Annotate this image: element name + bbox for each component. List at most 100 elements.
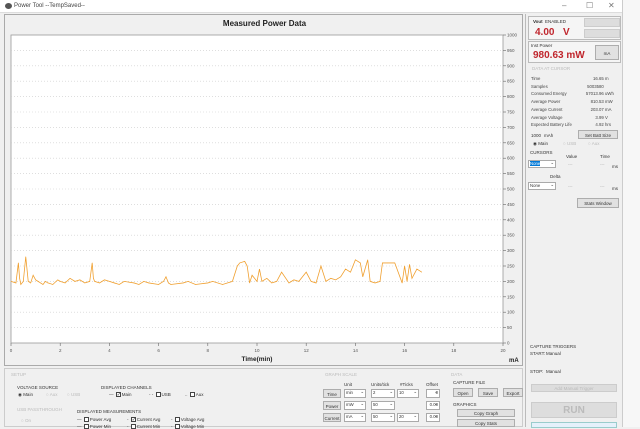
- data-point: [325, 281, 327, 282]
- data-point: [259, 268, 260, 270]
- delta-time-unit: ms: [612, 186, 618, 191]
- copy-graph-button[interactable]: Copy Graph: [457, 409, 515, 417]
- y-tick-label: 250: [507, 264, 515, 269]
- gs-ticks-header: #Ticks: [400, 382, 413, 387]
- copy-stats-button[interactable]: Copy Stats: [457, 419, 515, 427]
- data-point: [91, 262, 93, 264]
- data-point: [281, 271, 282, 273]
- data-point: [305, 271, 307, 273]
- y-tick-label: 100: [507, 310, 515, 315]
- vs-main-radio[interactable]: ◉ Main: [18, 392, 33, 398]
- unit-toggle-button[interactable]: mA: [595, 45, 619, 60]
- open-button[interactable]: Open: [453, 388, 473, 397]
- data-point: [249, 282, 250, 284]
- meas-voltage-avg[interactable]: - Voltage Avg: [171, 417, 204, 423]
- gs-row-time[interactable]: Time: [323, 389, 341, 398]
- delta-select[interactable]: None: [528, 182, 556, 190]
- x-tick-label: 6: [157, 348, 160, 353]
- data-point: [69, 278, 71, 279]
- gs-ticks-select[interactable]: 10: [397, 389, 419, 398]
- gs-ticks-select[interactable]: 20: [397, 413, 419, 422]
- channel-usb[interactable]: - - USB: [149, 392, 171, 398]
- battery-size: 1000: [531, 133, 542, 138]
- radio-usb[interactable]: ○ USB: [563, 141, 576, 146]
- data-point: [79, 279, 81, 281]
- right-panel: Vout ENABLED 4.00 V Inst Power 980.63 mW…: [525, 14, 622, 428]
- data-point: [19, 278, 20, 279]
- run-button[interactable]: RUN: [531, 402, 617, 418]
- data-point: [246, 265, 248, 267]
- cursor-select[interactable]: None: [528, 160, 556, 168]
- data-point: [123, 281, 125, 282]
- inst-power-value: 980.63 mW: [533, 50, 585, 61]
- data-point: [320, 265, 322, 267]
- radio-main[interactable]: ◉ Main: [533, 141, 548, 147]
- stat-label: Expected Battery Life: [531, 122, 572, 128]
- data-point: [401, 282, 403, 284]
- data-point: [374, 282, 376, 284]
- start-value: Manual: [546, 351, 561, 356]
- stat-row: Expected Battery Life 4.92 hrs: [531, 122, 616, 127]
- gs-unit-select[interactable]: mA: [344, 413, 366, 422]
- gs-row-current[interactable]: Current: [323, 413, 341, 422]
- save-button[interactable]: Save: [478, 388, 498, 397]
- gs-offset-input[interactable]: 0.00: [426, 413, 440, 422]
- gs-unit-select[interactable]: mW: [344, 401, 366, 410]
- x-tick-label: 16: [402, 348, 408, 353]
- data-point: [394, 262, 396, 264]
- y-tick-label: 200: [507, 279, 515, 284]
- data-point: [406, 281, 408, 282]
- stat-value: 4.92 hrs: [595, 122, 611, 128]
- vs-aux-radio[interactable]: ○ Aux: [46, 392, 58, 397]
- data-point: [47, 282, 49, 284]
- data-point: [148, 282, 150, 284]
- stat-label: Samples: [531, 83, 548, 89]
- channel-main[interactable]: — Main: [109, 392, 132, 398]
- vout-set-button[interactable]: [584, 29, 620, 38]
- usb-on-radio[interactable]: ○ On: [21, 418, 31, 423]
- minimize-button[interactable]: –: [562, 1, 566, 10]
- power-chart[interactable]: 0501001502002503003504004505005506006507…: [5, 15, 524, 367]
- gs-offset-input[interactable]: 0.00: [426, 401, 440, 410]
- gs-row-power[interactable]: Power: [323, 401, 341, 410]
- vout-unit: V: [563, 27, 570, 38]
- secondary-button[interactable]: [531, 422, 617, 428]
- set-batt-size-button[interactable]: Set Batt Size: [578, 130, 618, 139]
- data-point: [207, 282, 209, 284]
- value-header: Value: [566, 154, 578, 159]
- close-button[interactable]: ✕: [608, 1, 615, 10]
- y-tick-label: 900: [507, 63, 515, 68]
- cursor-time: ---: [600, 162, 605, 167]
- trigger-button[interactable]: Add Manual Trigger: [531, 384, 617, 392]
- stats-window-button[interactable]: Stats Window: [577, 198, 619, 208]
- data-point: [261, 281, 263, 282]
- radio-aux[interactable]: ○ Aux: [588, 141, 600, 146]
- data-point: [99, 282, 100, 284]
- cursor-value: ---: [568, 162, 573, 167]
- gs-units-tick-select[interactable]: 50: [371, 413, 395, 422]
- meas-current-avg[interactable]: - Current Avg: [127, 417, 160, 423]
- gs-offset-input[interactable]: 0: [426, 389, 440, 398]
- gs-unit-select[interactable]: min: [344, 389, 366, 398]
- stat-label: Average Power: [531, 99, 561, 105]
- export-button[interactable]: Export: [503, 388, 523, 397]
- gs-units-tick-select[interactable]: 2: [371, 389, 395, 398]
- maximize-button[interactable]: ☐: [586, 1, 593, 10]
- data-point: [64, 282, 66, 284]
- stat-label: Time: [531, 76, 541, 81]
- time-header: Time: [600, 154, 610, 159]
- vs-usb-radio[interactable]: ○ USB: [67, 392, 80, 397]
- data-point: [74, 281, 76, 282]
- channel-aux[interactable]: .. Aux: [185, 392, 204, 398]
- graph-scale-label: GRAPH SCALE: [325, 372, 358, 377]
- data-point: [335, 279, 336, 281]
- x-axis-label: Time(min): [242, 356, 273, 363]
- stat-row: Average Current 203.07 mA: [531, 107, 616, 112]
- start-label: START:: [530, 351, 546, 356]
- meas-power-avg[interactable]: — Power Avg: [77, 417, 111, 423]
- vout-toggle-button[interactable]: [584, 18, 620, 27]
- stat-row: Time 16.65 m: [531, 76, 616, 81]
- data-point: [35, 279, 36, 281]
- gs-units-tick-select[interactable]: 50: [371, 401, 395, 410]
- data-point: [25, 256, 27, 258]
